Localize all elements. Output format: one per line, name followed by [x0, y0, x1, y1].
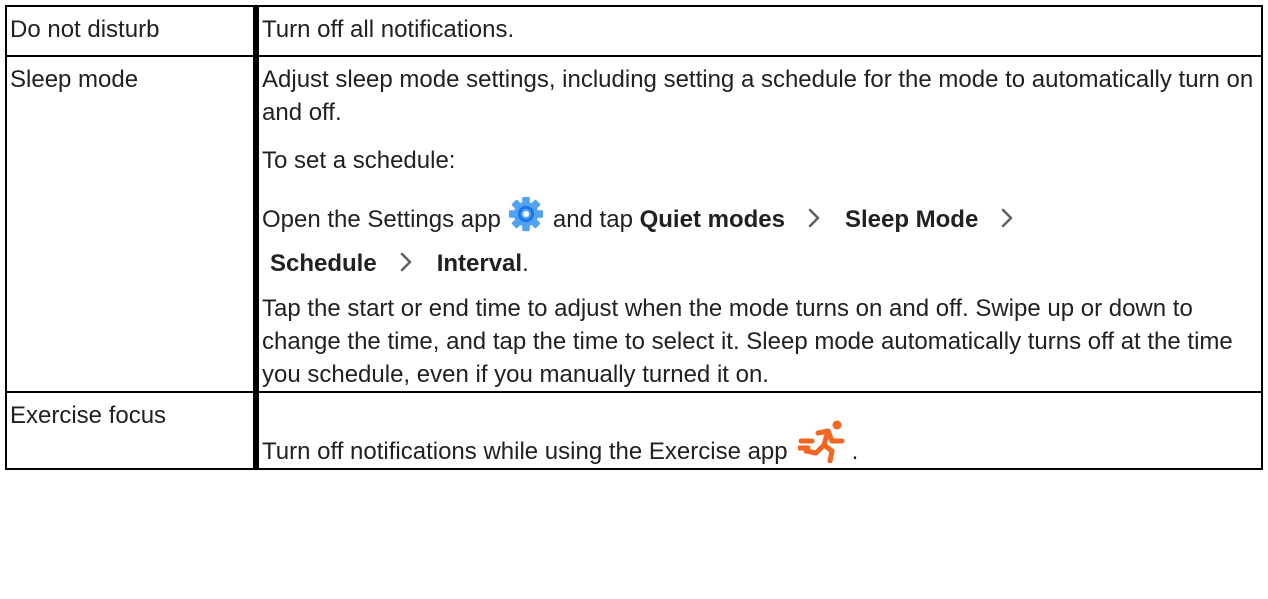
step-schedule: Schedule [270, 250, 377, 277]
mode-name-cell: Do not disturb [5, 5, 259, 57]
sleep-mode-intro: Adjust sleep mode settings, including se… [262, 66, 1254, 126]
exercise-period: . [851, 438, 859, 465]
mode-name-cell: Exercise focus [5, 391, 259, 470]
table-row-sleep-mode: Sleep mode Adjust sleep mode settings, i… [5, 55, 1263, 393]
chevron-right-icon [1002, 208, 1013, 228]
mode-name: Do not disturb [10, 16, 160, 43]
step-interval: Interval [436, 250, 523, 277]
table-row-do-not-disturb: Do not disturb Turn off all notification… [5, 5, 1263, 57]
mode-description-cell: Turn off notifications while using the E… [255, 391, 1263, 470]
mode-description-cell: Adjust sleep mode settings, including se… [255, 55, 1263, 393]
mode-description-cell: Turn off all notifications. [255, 5, 1263, 57]
exercise-description-text: Turn off notifications while using the E… [262, 438, 788, 465]
steps-text-tap: and tap [552, 206, 633, 233]
schedule-instructions: Tap the start or end time to adjust when… [262, 295, 1233, 388]
mode-description: Turn off all notifications. [262, 16, 515, 43]
chevron-right-icon [808, 208, 820, 228]
step-sleep-mode: Sleep Mode [844, 206, 979, 233]
steps-period: . [522, 250, 529, 277]
exercise-description: Turn off notifications while using the E… [262, 393, 1255, 468]
chevron-right-icon [400, 252, 412, 272]
mode-name-cell: Sleep mode [5, 55, 259, 393]
step-quiet-modes: Quiet modes [639, 206, 785, 233]
schedule-heading: To set a schedule: [262, 147, 456, 174]
settings-gear-icon [508, 196, 543, 232]
schedule-steps: Open the Settings app and tap Quiet mode… [262, 195, 1255, 286]
exercise-runner-icon [797, 420, 845, 463]
mode-name: Sleep mode [10, 66, 139, 93]
table-row-exercise-focus: Exercise focus Turn off notifications wh… [5, 391, 1263, 470]
mode-name: Exercise focus [10, 402, 167, 429]
steps-text-open: Open the Settings app [262, 206, 501, 233]
quiet-modes-table: Do not disturb Turn off all notification… [5, 5, 1263, 470]
